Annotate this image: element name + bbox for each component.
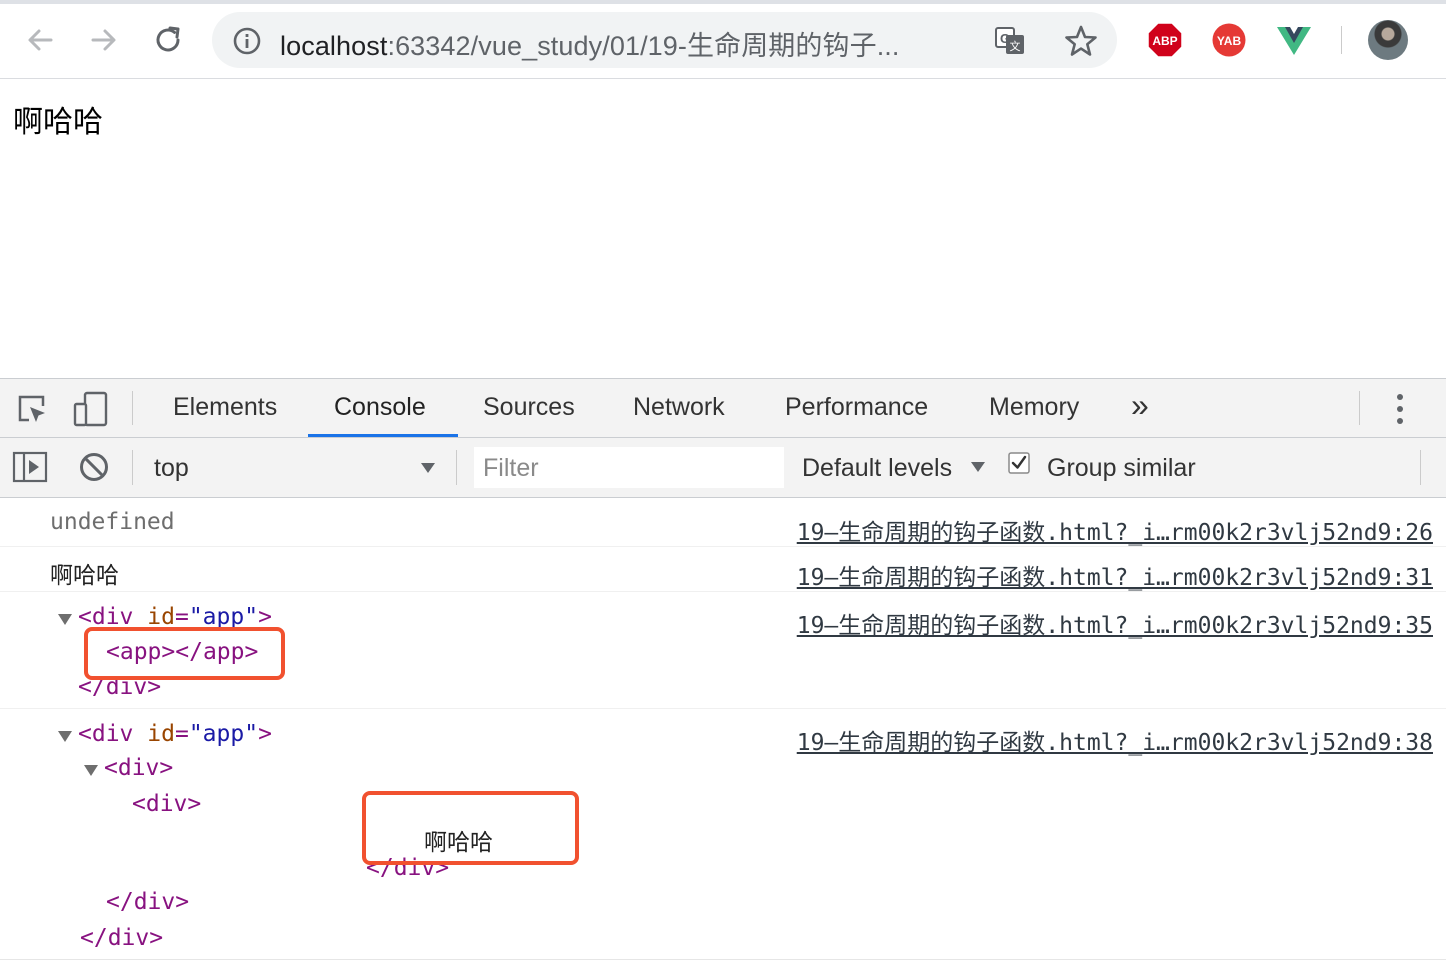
context-selector[interactable]: top (154, 454, 189, 483)
svg-text:ABP: ABP (1152, 34, 1177, 48)
console-bar-separator-3 (1420, 450, 1421, 485)
expand-triangle-icon[interactable] (58, 731, 72, 742)
tab-elements[interactable]: Elements (173, 393, 277, 422)
active-tab-indicator (308, 434, 458, 437)
expand-triangle-icon[interactable] (84, 765, 98, 776)
tab-strip-edge (0, 0, 1446, 4)
bookmark-star-icon[interactable] (1064, 24, 1098, 58)
dom-node-open-div[interactable]: <div id="app"> (78, 721, 272, 747)
message-source-link[interactable]: 19–生命周期的钩子函数.html?_i…rm00k2r3vlj52nd9:26 (797, 513, 1433, 547)
console-message: 啊哈哈 19–生命周期的钩子函数.html?_i…rm00k2r3vlj52nd… (0, 547, 1446, 592)
console-toolbar: top Filter Default levels Group similar (0, 438, 1446, 498)
svg-text:YAB: YAB (1217, 34, 1242, 48)
devtools-tab-bar: Elements Console Sources Network Perform… (0, 379, 1446, 438)
yab-icon[interactable]: YAB (1211, 22, 1247, 58)
vue-devtools-icon[interactable] (1276, 22, 1312, 58)
message-text: undefined (50, 509, 175, 535)
levels-dropdown-icon[interactable] (970, 461, 986, 473)
console-bar-separator (132, 450, 133, 485)
highlight-box-app (84, 627, 285, 680)
kebab-menu-icon[interactable] (1392, 392, 1408, 426)
log-levels-dropdown[interactable]: Default levels (802, 454, 952, 483)
inspect-element-icon[interactable] (16, 393, 48, 425)
page-heading: 啊哈哈 (13, 106, 103, 139)
back-button[interactable] (20, 20, 60, 60)
url-text[interactable]: localhost:63342/vue_study/01/19-生命周期的钩子.… (280, 24, 900, 63)
arrow-left-icon (28, 29, 53, 51)
dom-node-innermost-div[interactable]: <div> (132, 791, 201, 817)
filter-placeholder: Filter (483, 454, 539, 482)
devtools-panel: Elements Console Sources Network Perform… (0, 378, 1446, 969)
toolbar-separator (1341, 26, 1342, 54)
tab-bar-separator (132, 391, 133, 425)
browser-toolbar: localhost:63342/vue_study/01/19-生命周期的钩子.… (0, 0, 1446, 79)
show-sidebar-icon[interactable] (12, 451, 48, 483)
dom-node-close-outer[interactable]: </div> (80, 925, 163, 951)
message-source-link[interactable]: 19–生命周期的钩子函数.html?_i…rm00k2r3vlj52nd9:38 (797, 723, 1433, 757)
forward-button[interactable] (84, 20, 124, 60)
reload-button[interactable] (148, 20, 188, 60)
tab-console[interactable]: Console (334, 393, 426, 422)
context-dropdown-icon[interactable] (420, 462, 436, 474)
device-toolbar-icon[interactable] (73, 391, 109, 427)
address-bar[interactable]: localhost:63342/vue_study/01/19-生命周期的钩子.… (212, 12, 1117, 68)
svg-text:文: 文 (1010, 39, 1021, 53)
console-bar-separator-2 (456, 450, 457, 485)
abp-icon[interactable]: ABP (1147, 22, 1183, 58)
reload-icon (156, 26, 180, 52)
console-message-dom-tree: <div id="app"> <app></app> </div> 19–生命周… (0, 592, 1446, 709)
info-icon[interactable] (232, 26, 262, 56)
more-tabs-chevron-icon[interactable]: » (1131, 387, 1149, 424)
tab-network[interactable]: Network (633, 393, 725, 422)
group-similar-checkbox[interactable] (1008, 452, 1030, 474)
highlight-box-text (362, 791, 579, 865)
translate-icon[interactable]: G 文 (994, 25, 1026, 57)
filter-input[interactable]: Filter (474, 447, 784, 488)
clear-console-icon[interactable] (78, 451, 110, 483)
group-similar-label[interactable]: Group similar (1047, 454, 1196, 483)
tab-bar-separator-right (1359, 391, 1360, 425)
console-message: undefined 19–生命周期的钩子函数.html?_i…rm00k2r3v… (0, 499, 1446, 547)
tab-sources[interactable]: Sources (483, 393, 575, 422)
message-source-link[interactable]: 19–生命周期的钩子函数.html?_i…rm00k2r3vlj52nd9:35 (797, 606, 1433, 640)
dom-node-inner-div[interactable]: <div> (104, 755, 173, 781)
expand-triangle-icon[interactable] (58, 614, 72, 625)
message-text: 啊哈哈 (50, 563, 119, 589)
arrow-right-icon (91, 29, 116, 51)
message-source-link[interactable]: 19–生命周期的钩子函数.html?_i…rm00k2r3vlj52nd9:31 (797, 558, 1433, 592)
tab-memory[interactable]: Memory (989, 393, 1079, 422)
profile-avatar[interactable] (1368, 20, 1408, 60)
console-message-dom-tree: <div id="app"> <div> <div> 啊哈哈 </div> </… (0, 709, 1446, 960)
tab-performance[interactable]: Performance (785, 393, 928, 422)
dom-node-close-inner[interactable]: </div> (106, 889, 189, 915)
